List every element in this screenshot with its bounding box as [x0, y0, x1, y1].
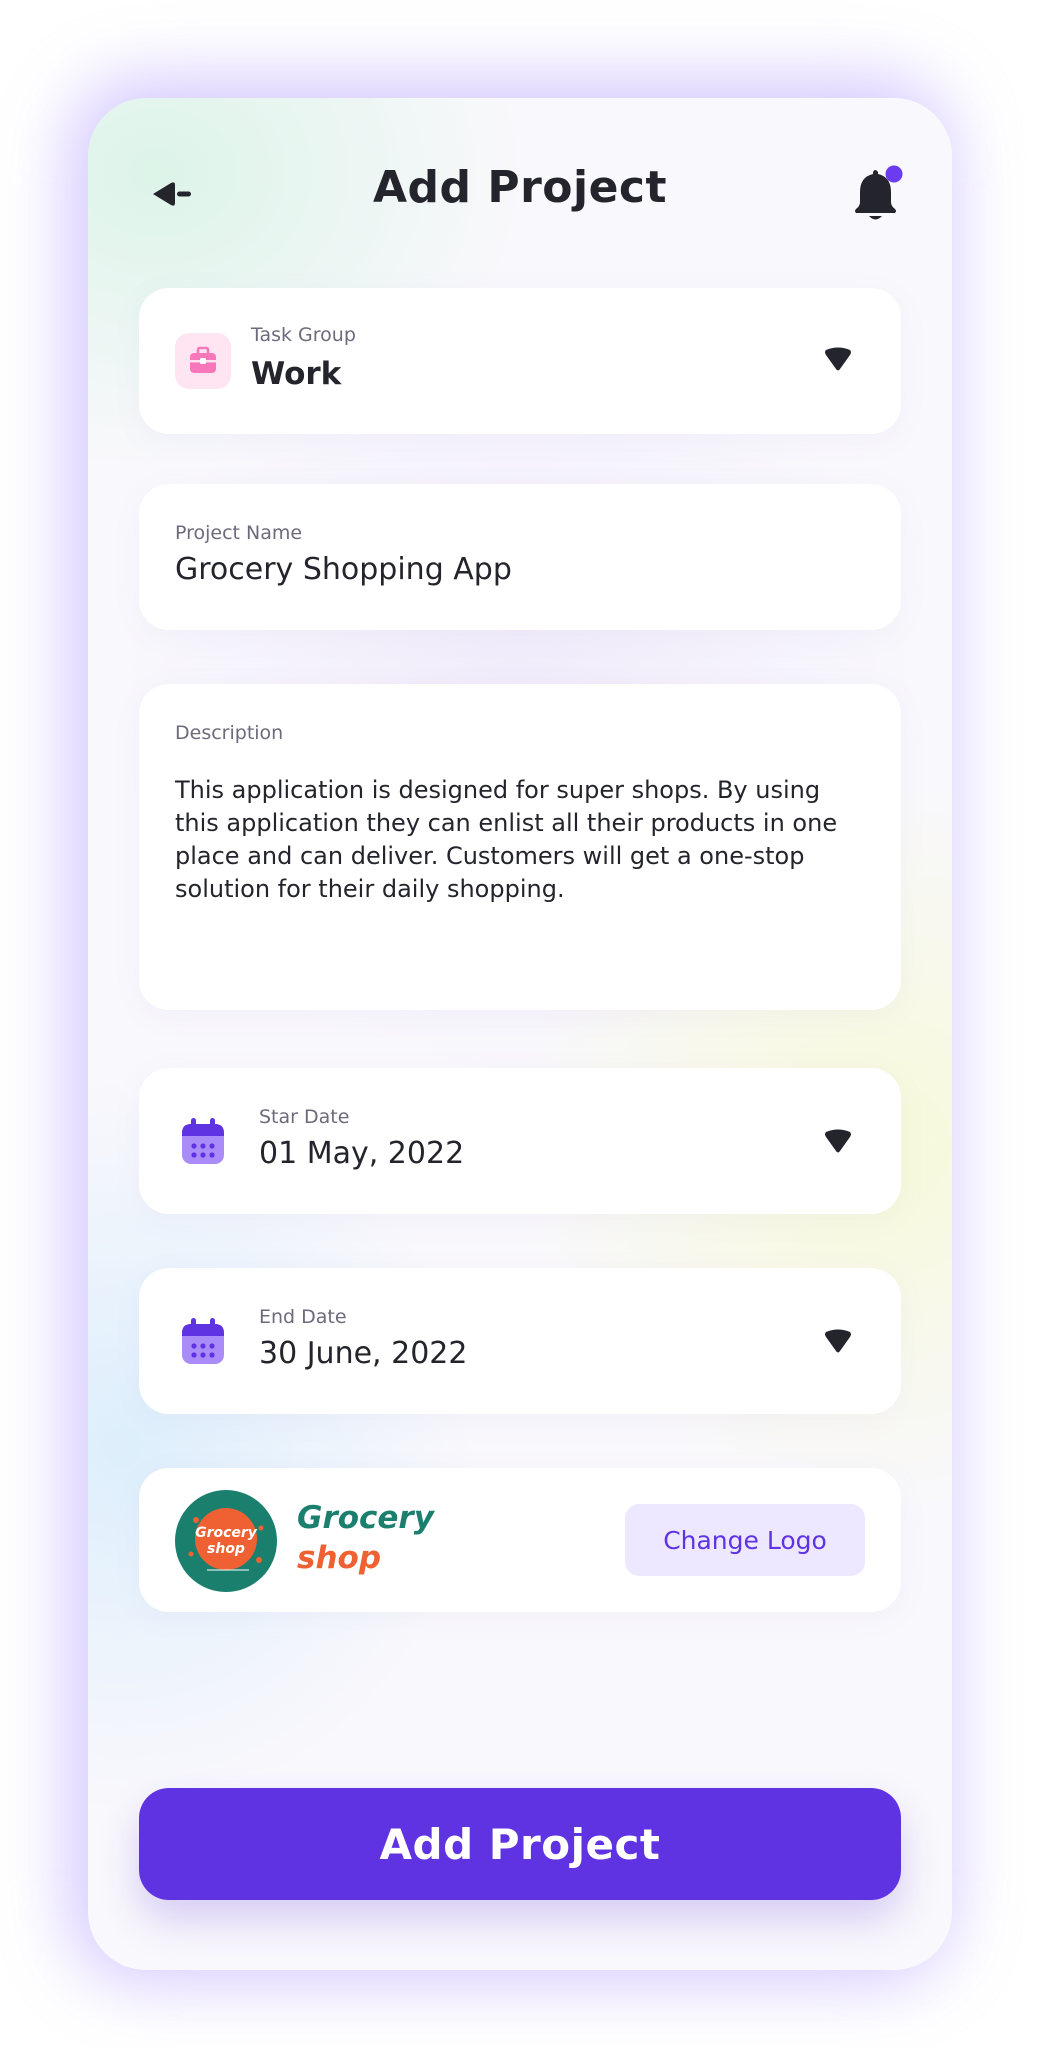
logo-badge-line2: shop [207, 1541, 245, 1557]
task-group-label: Task Group [251, 324, 356, 346]
end-date-value: 30 June, 2022 [259, 1336, 468, 1371]
task-group-select[interactable]: Task Group Work [139, 288, 901, 434]
start-date-icon-box [175, 1113, 231, 1169]
project-name-field[interactable]: Project Name Grocery Shopping App [139, 484, 901, 630]
notification-button[interactable] [842, 160, 912, 230]
chevron-down-icon [825, 1329, 851, 1353]
chevron-down-icon [825, 347, 851, 371]
start-date-value: 01 May, 2022 [259, 1136, 465, 1171]
add-project-button[interactable]: Add Project [139, 1788, 901, 1900]
calendar-icon [182, 1318, 224, 1364]
end-date-select[interactable]: End Date 30 June, 2022 [139, 1268, 901, 1414]
description-field[interactable]: Description This application is designed… [139, 684, 901, 1010]
brand-line-2: shop [297, 1540, 382, 1576]
end-date-label: End Date [259, 1306, 347, 1328]
brand-line-1: Grocery [297, 1500, 434, 1536]
app-screen: Add Project Task Group Work Project Name [88, 98, 952, 1970]
calendar-icon [182, 1118, 224, 1164]
task-group-icon-box [175, 333, 231, 389]
project-name-value: Grocery Shopping App [175, 552, 512, 587]
grocery-shop-logo: Grocery shop [175, 1490, 277, 1592]
start-date-select[interactable]: Star Date 01 May, 2022 [139, 1068, 901, 1214]
start-date-label: Star Date [259, 1106, 350, 1128]
notification-badge [885, 165, 903, 183]
end-date-icon-box [175, 1313, 231, 1369]
brand-name: Grocery shop [297, 1498, 434, 1578]
briefcase-icon [190, 346, 216, 373]
task-group-value: Work [251, 356, 342, 392]
change-logo-button[interactable]: Change Logo [625, 1504, 865, 1576]
page-title: Add Project [372, 162, 668, 213]
description-value: This application is designed for super s… [175, 776, 838, 903]
logo-card: Grocery shop Grocery shop Change Logo [139, 1468, 901, 1612]
logo-badge-line1: Grocery [195, 1525, 258, 1541]
header: Add Project [88, 98, 952, 298]
project-name-label: Project Name [175, 522, 303, 544]
description-label: Description [175, 722, 284, 744]
chevron-down-icon [825, 1129, 851, 1153]
bell-icon [855, 165, 903, 220]
